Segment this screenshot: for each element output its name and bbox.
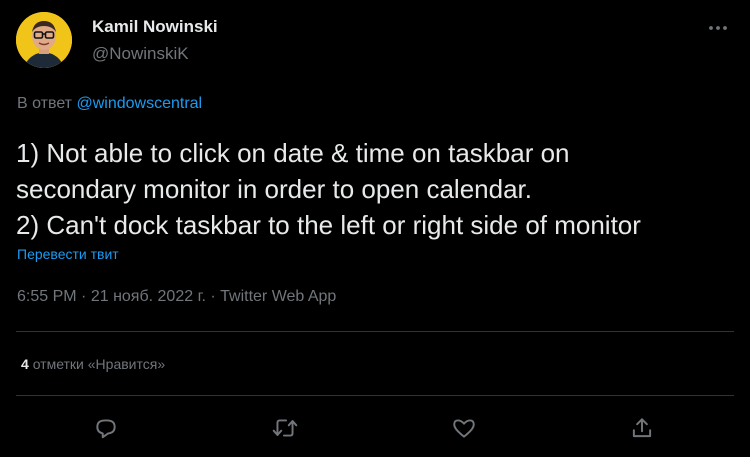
tweet-text: 1) Not able to click on date & time on t…: [16, 135, 741, 243]
likes-summary[interactable]: 4 отметки «Нравится»: [21, 356, 165, 372]
retweet-button[interactable]: [269, 412, 301, 444]
avatar-image: [16, 12, 72, 68]
tweet-date[interactable]: 21 нояб. 2022 г.: [91, 288, 206, 305]
reply-bubble-icon: [96, 419, 116, 439]
tweet-meta: 6:55 PM · 21 нояб. 2022 г. · Twitter Web…: [17, 288, 336, 306]
divider: [16, 395, 734, 396]
share-upload-icon: [632, 418, 652, 438]
tweet-line: 1) Not able to click on date & time on t…: [16, 138, 570, 168]
heart-icon: [453, 419, 475, 438]
meta-separator: ·: [81, 288, 87, 305]
retweet-icon: [272, 419, 298, 437]
meta-separator: ·: [210, 288, 216, 305]
author-name[interactable]: Kamil Nowinski: [92, 17, 218, 37]
tweet-time[interactable]: 6:55 PM: [17, 288, 77, 305]
reply-prefix: В ответ: [17, 95, 73, 112]
like-button[interactable]: [448, 412, 480, 444]
reply-mention-link[interactable]: @windowscentral: [76, 95, 202, 112]
share-button[interactable]: [626, 412, 658, 444]
avatar[interactable]: [16, 12, 72, 68]
author-handle[interactable]: @NowinskiK: [92, 44, 189, 64]
likes-label: отметки «Нравится»: [32, 356, 166, 372]
more-dots-icon: [709, 26, 727, 30]
reply-context: В ответ @windowscentral: [17, 95, 202, 113]
reply-button[interactable]: [90, 412, 122, 444]
tweet-line: 2) Can't dock taskbar to the left or rig…: [16, 210, 641, 240]
translate-tweet-link[interactable]: Перевести твит: [17, 246, 119, 262]
divider: [16, 331, 734, 332]
tweet-source[interactable]: Twitter Web App: [220, 288, 336, 305]
more-button[interactable]: [705, 20, 731, 36]
likes-count: 4: [21, 356, 29, 372]
tweet-line: secondary monitor in order to open calen…: [16, 174, 532, 204]
